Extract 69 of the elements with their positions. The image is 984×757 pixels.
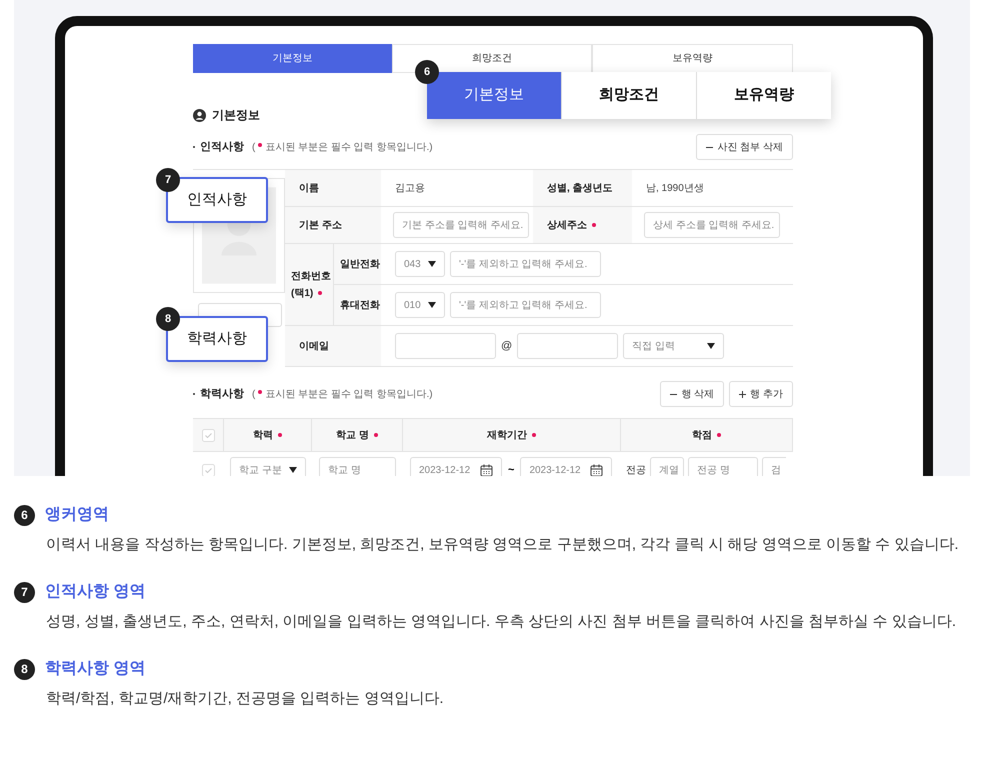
required-note: 표시된 부분은 필수 입력 항목입니다.) [265,140,433,154]
domain-select[interactable]: 직접 입력 [623,333,724,359]
calendar-icon [590,464,604,476]
field-label: 상세주소 [547,218,587,232]
field-label: 일반전화 [334,244,381,285]
field-label: 이메일 [285,326,381,367]
field-label: 전화번호 [291,270,331,284]
add-row-button[interactable]: 행 추가 [729,381,793,407]
field-label: 성별, 출생년도 [533,170,632,207]
gender-value: 남, 1990년생 [632,170,793,207]
column-header: 학력 [253,428,273,442]
subsection-title: 학력사항 [200,386,244,402]
note-paren: ( [252,388,256,402]
area-code-select[interactable]: 043 [395,251,445,277]
plus-icon [739,390,746,398]
calendar-icon [480,464,493,476]
at-sign: @ [501,338,512,354]
field-label: 휴대전화 [334,285,381,326]
subsection-title: 인적사항 [200,140,244,155]
description-text: 학력/학점, 학교명/재학기간, 전공명을 입력하는 영역입니다. [45,689,445,709]
detail-address-field[interactable]: 상세 주소를 입력해 주세요. [644,212,780,238]
column-header: 재학기간 [487,428,527,442]
area-code-select[interactable]: 010 [395,292,445,318]
field-label: (택1) [291,286,314,300]
school-type-select[interactable]: 학교 구분 [230,457,306,476]
column-header: 학교 명 [336,428,369,442]
caret-icon [289,467,297,473]
step-number: 8 [14,658,35,680]
field-select[interactable]: 계열 [650,457,684,476]
end-date-field[interactable]: 2023-12-12 [520,457,612,476]
column-header: 학점 [692,428,712,442]
nav-tab[interactable]: 기본정보 [193,44,392,73]
description-title: 앵커영역 [45,505,109,525]
description-title: 학력사항 영역 [45,659,146,679]
step-number: 7 [14,582,35,602]
checkbox[interactable] [202,428,214,442]
address-field[interactable]: 기본 주소를 입력해 주세요. [393,212,529,238]
email-id-field[interactable] [395,333,496,359]
description-title: 인적사항 영역 [45,582,146,602]
email-domain-field[interactable] [517,333,618,359]
field-label: 이름 [285,170,381,207]
required-mark [258,390,262,394]
major-name-field[interactable]: 전공 명 [688,457,758,476]
photo-delete-button[interactable]: 사진 첨부 삭제 [696,134,793,160]
callout-number: 7 [156,168,180,192]
start-date-field[interactable]: 2023-12-12 [410,457,502,476]
required-mark [258,142,262,146]
description-text: 이력서 내용을 작성하는 항목입니다. 기본정보, 희망조건, 보유역량 영역으로 구분했으며, 각각 클릭 시 해당 영역으로 이동할 수 있습니다. [45,535,960,555]
caret-icon [428,302,436,308]
delete-row-button[interactable]: 행 삭제 [660,381,724,407]
field-label: 기본 주소 [285,207,381,244]
phone-field[interactable]: '-'를 제외하고 입력해 주세요. [450,292,601,318]
caret-icon [707,343,716,349]
section-title: 기본정보 [212,107,260,124]
tilde: ~ [508,462,514,476]
school-name-field[interactable]: 학교 명 [319,457,396,476]
checkbox[interactable] [202,464,215,476]
callout-number: 8 [156,307,180,331]
major-label: 전공 [626,464,646,476]
extra-field[interactable]: 검 [762,457,786,476]
nav-tab[interactable]: 보유역량 [592,44,794,73]
step-number: 6 [14,504,35,526]
minus-icon [706,146,714,148]
caret-icon [428,261,436,267]
note-paren: ( [252,140,256,154]
required-note: 표시된 부분은 필수 입력 항목입니다.) [265,388,433,402]
phone-field[interactable]: '-'를 제외하고 입력해 주세요. [450,251,601,277]
user-icon [193,108,206,122]
description-text: 성명, 성별, 출생년도, 주소, 연락처, 이메일을 입력하는 영역입니다. 우측 상단의 사진 첨부 버튼을 클릭하여 사진을 첨부하실 수 있습니다. [45,612,958,632]
